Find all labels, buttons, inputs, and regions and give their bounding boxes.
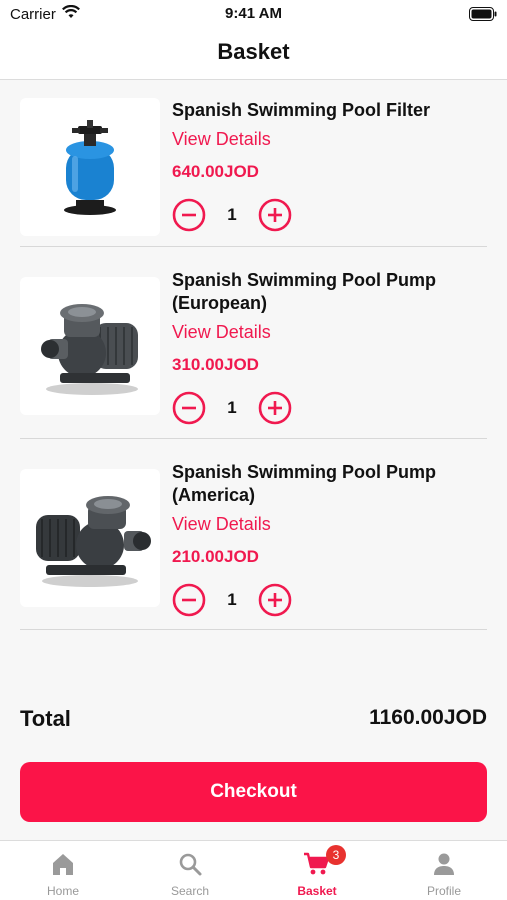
product-image-filter[interactable] (20, 98, 160, 236)
increase-quantity-button[interactable] (258, 583, 292, 617)
nav-bar: Basket (0, 28, 507, 80)
item-price: 310.00JOD (172, 355, 259, 374)
home-icon (50, 851, 76, 882)
tab-home[interactable]: Home (0, 841, 126, 900)
view-details-link[interactable]: View Details (172, 322, 271, 343)
tab-label: Home (46, 884, 79, 898)
tab-label: Profile (426, 884, 461, 898)
product-image-pump-america[interactable] (20, 469, 160, 607)
status-time: 9:41 AM (225, 5, 282, 22)
view-details-link[interactable]: View Details (172, 514, 271, 535)
tab-profile[interactable]: Profile (381, 841, 507, 900)
tab-search[interactable]: Search (127, 841, 253, 900)
quantity-value: 1 (227, 205, 237, 224)
tab-bar: Home Search 3 Basket Profile (0, 840, 507, 900)
decrease-quantity-button[interactable] (172, 391, 206, 425)
basket-item: Spanish Swimming Pool Pump (America) Vie… (20, 439, 487, 630)
item-name: Spanish Swimming Pool Filter (172, 100, 431, 120)
basket-item: Spanish Swimming Pool Pump (European) Vi… (20, 247, 487, 439)
decrease-quantity-button[interactable] (172, 198, 206, 232)
item-price: 640.00JOD (172, 162, 259, 181)
battery-icon (469, 7, 497, 26)
product-image-pump-european[interactable] (20, 277, 160, 415)
increase-quantity-button[interactable] (258, 391, 292, 425)
basket-item: Spanish Swimming Pool Filter View Detail… (20, 98, 487, 247)
view-details-link[interactable]: View Details (172, 129, 271, 150)
increase-quantity-button[interactable] (258, 198, 292, 232)
total-label: Total (20, 706, 71, 731)
item-name: Spanish Swimming Pool Pump (European) (172, 270, 437, 313)
checkout-button[interactable]: Checkout (20, 762, 487, 822)
tab-basket[interactable]: 3 Basket (254, 841, 380, 900)
page-title: Basket (217, 39, 290, 64)
quantity-value: 1 (227, 590, 237, 609)
search-icon (177, 851, 203, 882)
quantity-value: 1 (227, 398, 237, 417)
total-value: 1160.00JOD (369, 706, 487, 729)
cart-count-badge: 3 (326, 845, 346, 865)
item-name: Spanish Swimming Pool Pump (America) (172, 462, 437, 505)
tab-label: Basket (297, 884, 337, 898)
tab-label: Search (170, 884, 210, 898)
item-price: 210.00JOD (172, 547, 259, 566)
decrease-quantity-button[interactable] (172, 583, 206, 617)
person-icon (431, 851, 457, 882)
status-bar: Carrier 9:41 AM (0, 0, 507, 28)
